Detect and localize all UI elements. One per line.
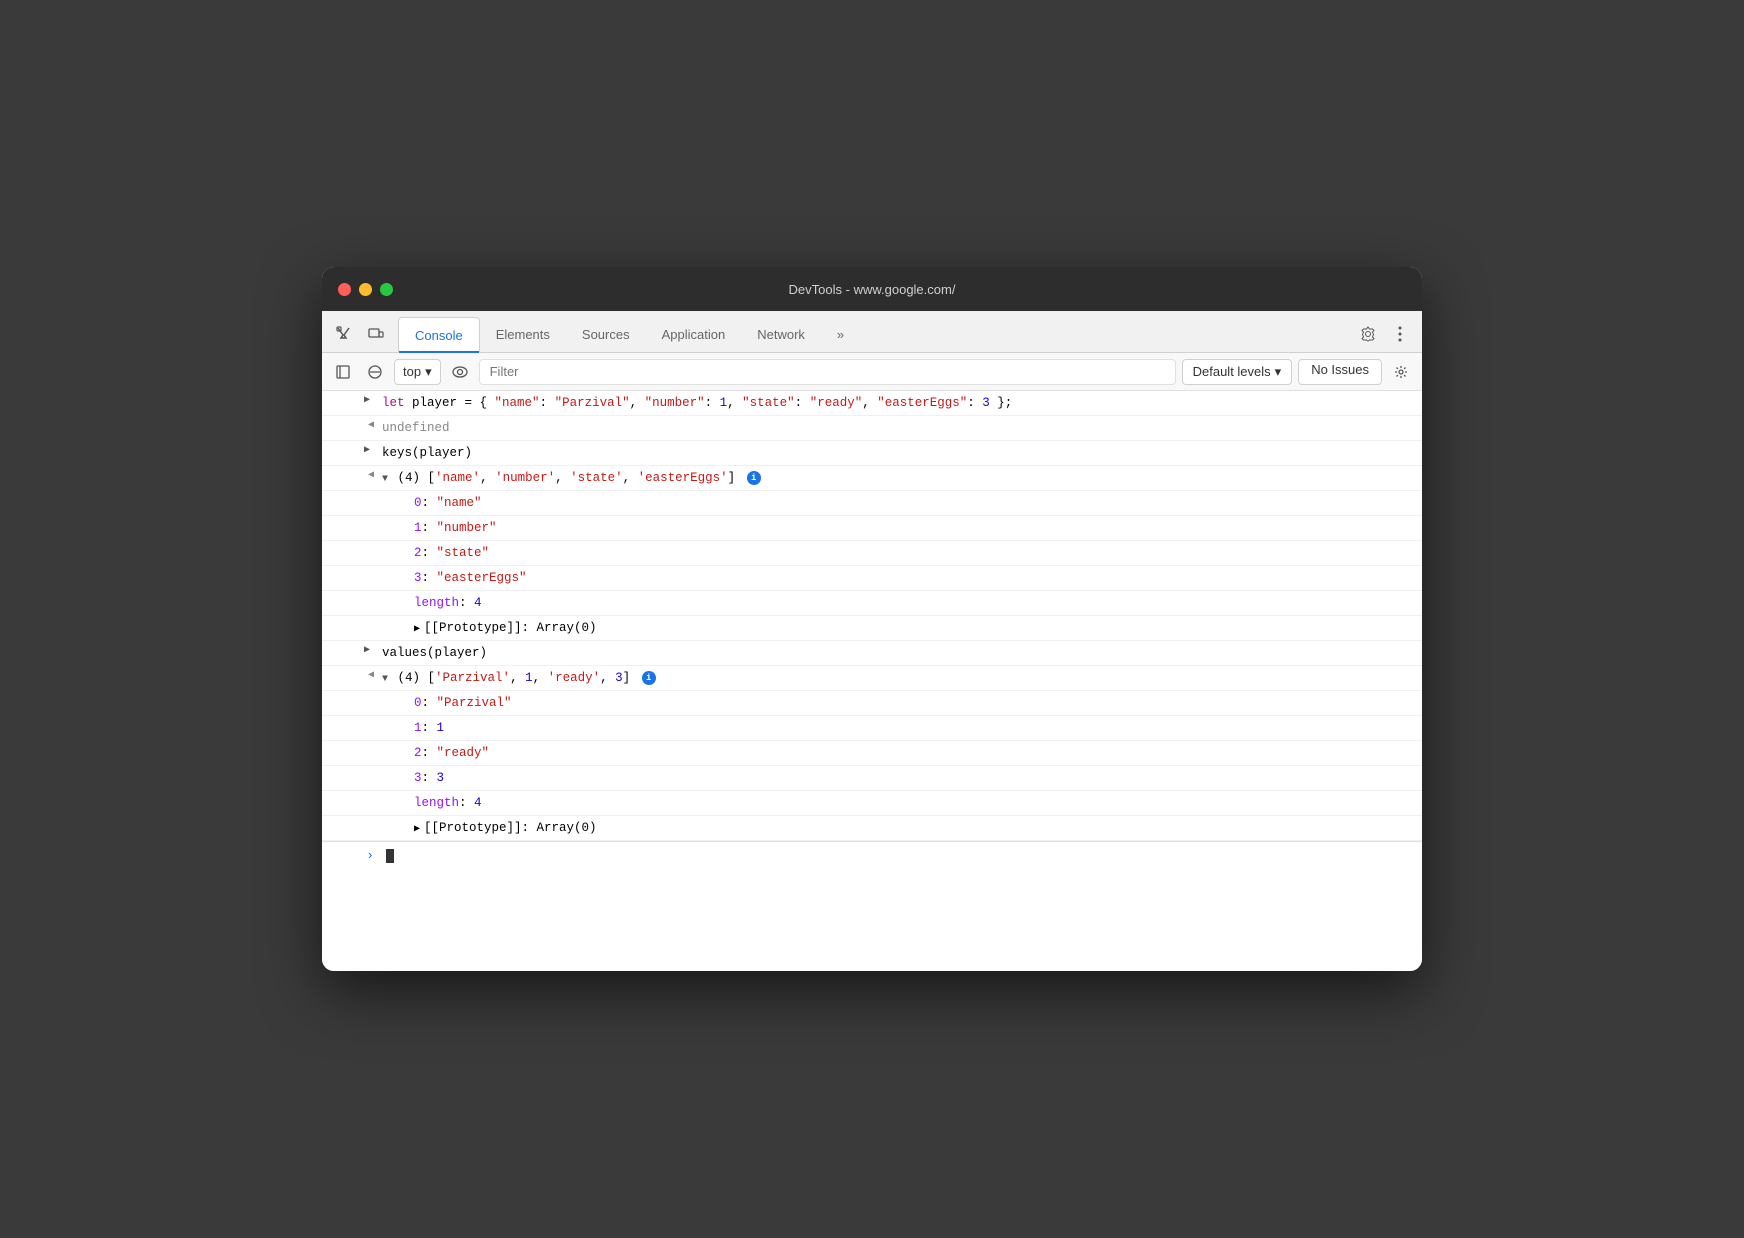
row-content: 1: 1 (414, 718, 1422, 738)
collapse-arrow-icon[interactable]: ▼ (382, 674, 388, 685)
row-content: keys(player) (382, 443, 1422, 463)
filter-input[interactable] (479, 359, 1176, 385)
row-gutter: ▶ (322, 443, 382, 459)
expand-arrow-icon[interactable]: ▶ (364, 443, 370, 459)
tabbar: Console Elements Sources Application Net… (322, 311, 1422, 353)
more-options-icon[interactable] (1386, 320, 1414, 348)
chevron-down-icon: ▾ (425, 364, 432, 380)
row-content: values(player) (382, 643, 1422, 663)
console-row: 3: 3 (322, 766, 1422, 791)
issues-button[interactable]: No Issues (1298, 359, 1382, 385)
console-row: 1: 1 (322, 716, 1422, 741)
inspect-icon[interactable] (330, 320, 358, 348)
row-content: 3: 3 (414, 768, 1422, 788)
row-gutter: ◀ (322, 418, 382, 434)
console-row: ◀ undefined (322, 416, 1422, 441)
row-content: length: 4 (414, 593, 1422, 613)
log-levels-button[interactable]: Default levels ▾ (1182, 359, 1293, 385)
console-row: ▶[[Prototype]]: Array(0) (322, 616, 1422, 641)
row-gutter: ▶ (322, 393, 382, 409)
console-prompt: › (322, 846, 382, 867)
console-row: ▶ values(player) (322, 641, 1422, 666)
console-row: ◀ ▼ (4) ['Parzival', 1, 'ready', 3] i (322, 666, 1422, 691)
console-row: 1: "number" (322, 516, 1422, 541)
row-content: ▼ (4) ['Parzival', 1, 'ready', 3] i (382, 668, 1422, 688)
row-content: undefined (382, 418, 1422, 438)
tab-more[interactable]: » (821, 316, 860, 352)
console-row: length: 4 (322, 591, 1422, 616)
expand-arrow-icon[interactable]: ▶ (414, 624, 420, 635)
responsive-icon[interactable] (362, 320, 390, 348)
console-row: 0: "Parzival" (322, 691, 1422, 716)
expand-arrow-icon[interactable]: ▶ (414, 824, 420, 835)
console-input-row: › (322, 841, 1422, 871)
tabbar-right-icons (1354, 320, 1414, 352)
sidebar-toggle-icon[interactable] (330, 359, 356, 385)
row-content: 2: "ready" (414, 743, 1422, 763)
row-content: length: 4 (414, 793, 1422, 813)
close-button[interactable] (338, 283, 351, 296)
context-selector[interactable]: top ▾ (394, 359, 441, 385)
tab-console[interactable]: Console (398, 317, 480, 353)
console-row: length: 4 (322, 791, 1422, 816)
console-row: 2: "state" (322, 541, 1422, 566)
console-row: ▶[[Prototype]]: Array(0) (322, 816, 1422, 841)
collapse-arrow-icon[interactable]: ▼ (382, 474, 388, 485)
console-row: 3: "easterEggs" (322, 566, 1422, 591)
titlebar: DevTools - www.google.com/ (322, 267, 1422, 311)
console-row: ▶ let player = { "name": "Parzival", "nu… (322, 391, 1422, 416)
tab-sources[interactable]: Sources (566, 316, 646, 352)
console-row: ◀ ▼ (4) ['name', 'number', 'state', 'eas… (322, 466, 1422, 491)
return-arrow-icon: ◀ (368, 668, 374, 684)
window-title: DevTools - www.google.com/ (789, 282, 956, 297)
row-content: 1: "number" (414, 518, 1422, 538)
row-content: 3: "easterEggs" (414, 568, 1422, 588)
return-arrow-icon: ◀ (368, 468, 374, 484)
minimize-button[interactable] (359, 283, 372, 296)
row-gutter: ◀ (322, 668, 382, 684)
console-input[interactable] (382, 846, 1422, 866)
chevron-down-icon: ▾ (1275, 364, 1282, 380)
console-row: ▶ keys(player) (322, 441, 1422, 466)
eye-icon[interactable] (447, 359, 473, 385)
console-row: 0: "name" (322, 491, 1422, 516)
row-content: let player = { "name": "Parzival", "numb… (382, 393, 1422, 413)
tab-application[interactable]: Application (646, 316, 742, 352)
devtools-window: DevTools - www.google.com/ Console Eleme… (322, 267, 1422, 971)
console-toolbar: top ▾ Default levels ▾ No Issues (322, 353, 1422, 391)
maximize-button[interactable] (380, 283, 393, 296)
expand-arrow-icon[interactable]: ▶ (364, 643, 370, 659)
expand-arrow-icon[interactable]: ▶ (364, 393, 370, 409)
tab-elements[interactable]: Elements (480, 316, 566, 352)
console-output: ▶ let player = { "name": "Parzival", "nu… (322, 391, 1422, 971)
devtools-icons (330, 320, 390, 352)
window-controls (338, 283, 393, 296)
info-badge-icon[interactable]: i (642, 671, 656, 685)
row-content: 2: "state" (414, 543, 1422, 563)
row-gutter: ◀ (322, 468, 382, 484)
row-content: ▶[[Prototype]]: Array(0) (414, 818, 1422, 838)
info-badge-icon[interactable]: i (747, 471, 761, 485)
return-arrow-icon: ◀ (368, 418, 374, 434)
clear-console-icon[interactable] (362, 359, 388, 385)
console-row: 2: "ready" (322, 741, 1422, 766)
settings-icon[interactable] (1354, 320, 1382, 348)
tab-network[interactable]: Network (741, 316, 821, 352)
console-settings-icon[interactable] (1388, 359, 1414, 385)
row-content: 0: "name" (414, 493, 1422, 513)
row-content: ▶[[Prototype]]: Array(0) (414, 618, 1422, 638)
row-content: ▼ (4) ['name', 'number', 'state', 'easte… (382, 468, 1422, 488)
row-gutter: ▶ (322, 643, 382, 659)
cursor (386, 849, 394, 863)
row-content: 0: "Parzival" (414, 693, 1422, 713)
